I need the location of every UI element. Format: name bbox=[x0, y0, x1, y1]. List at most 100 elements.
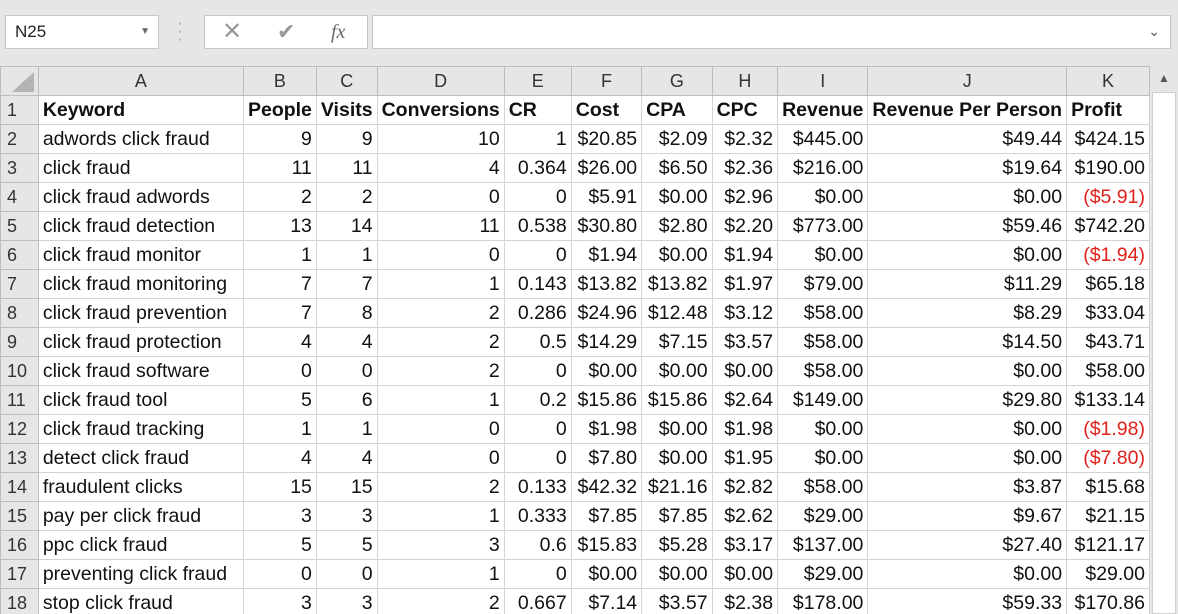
row-header[interactable]: 3 bbox=[0, 153, 39, 183]
cell-h4[interactable]: $2.96 bbox=[711, 182, 779, 212]
cell-d3[interactable]: 4 bbox=[376, 153, 505, 183]
row-header[interactable]: 2 bbox=[0, 124, 39, 154]
cell-h9[interactable]: $3.57 bbox=[711, 327, 779, 357]
cell-f13[interactable]: $7.80 bbox=[570, 443, 643, 473]
cell-f15[interactable]: $7.85 bbox=[570, 501, 643, 531]
cell-h12[interactable]: $1.98 bbox=[711, 414, 779, 444]
cell-j5[interactable]: $59.46 bbox=[867, 211, 1068, 241]
cell-f14[interactable]: $42.32 bbox=[570, 472, 643, 502]
column-header-a[interactable]: A bbox=[37, 66, 244, 96]
cell-i6[interactable]: $0.00 bbox=[777, 240, 869, 270]
cell-i12[interactable]: $0.00 bbox=[777, 414, 869, 444]
cell-k8[interactable]: $33.04 bbox=[1066, 298, 1150, 328]
cell-i7[interactable]: $79.00 bbox=[777, 269, 869, 299]
cell-h3[interactable]: $2.36 bbox=[711, 153, 779, 183]
cell-h16[interactable]: $3.17 bbox=[711, 530, 779, 560]
cell-e14[interactable]: 0.133 bbox=[503, 472, 572, 502]
row-header[interactable]: 4 bbox=[0, 182, 39, 212]
cell-c8[interactable]: 8 bbox=[315, 298, 378, 328]
cell-c6[interactable]: 1 bbox=[315, 240, 378, 270]
header-cell-d[interactable]: Conversions bbox=[376, 95, 505, 125]
cell-i4[interactable]: $0.00 bbox=[777, 182, 869, 212]
cell-b12[interactable]: 1 bbox=[242, 414, 317, 444]
cell-h11[interactable]: $2.64 bbox=[711, 385, 779, 415]
cell-e2[interactable]: 1 bbox=[503, 124, 572, 154]
cell-b2[interactable]: 9 bbox=[242, 124, 317, 154]
column-header-f[interactable]: F bbox=[570, 66, 643, 96]
column-header-g[interactable]: G bbox=[641, 66, 713, 96]
cell-a8[interactable]: click fraud prevention bbox=[37, 298, 244, 328]
cell-e10[interactable]: 0 bbox=[503, 356, 572, 386]
cell-d8[interactable]: 2 bbox=[376, 298, 505, 328]
cell-e3[interactable]: 0.364 bbox=[503, 153, 572, 183]
cell-k17[interactable]: $29.00 bbox=[1066, 559, 1150, 589]
row-header[interactable]: 8 bbox=[0, 298, 39, 328]
select-all-corner[interactable] bbox=[0, 66, 39, 96]
cell-k14[interactable]: $15.68 bbox=[1066, 472, 1150, 502]
cell-g11[interactable]: $15.86 bbox=[641, 385, 713, 415]
cell-f11[interactable]: $15.86 bbox=[570, 385, 643, 415]
row-header[interactable]: 16 bbox=[0, 530, 39, 560]
row-header[interactable]: 9 bbox=[0, 327, 39, 357]
cell-a7[interactable]: click fraud monitoring bbox=[37, 269, 244, 299]
cell-b4[interactable]: 2 bbox=[242, 182, 317, 212]
cell-d2[interactable]: 10 bbox=[376, 124, 505, 154]
cell-a18[interactable]: stop click fraud bbox=[37, 588, 244, 614]
cell-c17[interactable]: 0 bbox=[315, 559, 378, 589]
cell-e5[interactable]: 0.538 bbox=[503, 211, 572, 241]
cancel-icon[interactable]: ✕ bbox=[222, 16, 242, 48]
cell-f18[interactable]: $7.14 bbox=[570, 588, 643, 614]
cell-h8[interactable]: $3.12 bbox=[711, 298, 779, 328]
cell-i3[interactable]: $216.00 bbox=[777, 153, 869, 183]
cell-i8[interactable]: $58.00 bbox=[777, 298, 869, 328]
cell-a2[interactable]: adwords click fraud bbox=[37, 124, 244, 154]
cell-d17[interactable]: 1 bbox=[376, 559, 505, 589]
cell-i15[interactable]: $29.00 bbox=[777, 501, 869, 531]
row-header[interactable]: 6 bbox=[0, 240, 39, 270]
cell-j4[interactable]: $0.00 bbox=[867, 182, 1068, 212]
cell-j3[interactable]: $19.64 bbox=[867, 153, 1068, 183]
cell-k13[interactable]: ($7.80) bbox=[1066, 443, 1150, 473]
cell-k3[interactable]: $190.00 bbox=[1066, 153, 1150, 183]
cell-e13[interactable]: 0 bbox=[503, 443, 572, 473]
cell-g13[interactable]: $0.00 bbox=[641, 443, 713, 473]
header-cell-f[interactable]: Cost bbox=[570, 95, 643, 125]
cell-a15[interactable]: pay per click fraud bbox=[37, 501, 244, 531]
cell-j17[interactable]: $0.00 bbox=[867, 559, 1068, 589]
cell-e17[interactable]: 0 bbox=[503, 559, 572, 589]
cell-b15[interactable]: 3 bbox=[242, 501, 317, 531]
column-header-k[interactable]: K bbox=[1066, 66, 1150, 96]
cell-g16[interactable]: $5.28 bbox=[641, 530, 713, 560]
cell-c16[interactable]: 5 bbox=[315, 530, 378, 560]
cell-d10[interactable]: 2 bbox=[376, 356, 505, 386]
cell-a5[interactable]: click fraud detection bbox=[37, 211, 244, 241]
row-header[interactable]: 10 bbox=[0, 356, 39, 386]
cell-a13[interactable]: detect click fraud bbox=[37, 443, 244, 473]
drag-handle-icon[interactable]: · · · bbox=[176, 16, 184, 48]
cell-j14[interactable]: $3.87 bbox=[867, 472, 1068, 502]
cell-a17[interactable]: preventing click fraud bbox=[37, 559, 244, 589]
cell-i13[interactable]: $0.00 bbox=[777, 443, 869, 473]
cell-f3[interactable]: $26.00 bbox=[570, 153, 643, 183]
name-box-dropdown-icon[interactable]: ▼ bbox=[140, 16, 150, 48]
cell-b5[interactable]: 13 bbox=[242, 211, 317, 241]
cell-f6[interactable]: $1.94 bbox=[570, 240, 643, 270]
cell-a6[interactable]: click fraud monitor bbox=[37, 240, 244, 270]
cell-g17[interactable]: $0.00 bbox=[641, 559, 713, 589]
row-header[interactable]: 11 bbox=[0, 385, 39, 415]
cell-k9[interactable]: $43.71 bbox=[1066, 327, 1150, 357]
cell-e12[interactable]: 0 bbox=[503, 414, 572, 444]
cell-g14[interactable]: $21.16 bbox=[641, 472, 713, 502]
cell-i5[interactable]: $773.00 bbox=[777, 211, 869, 241]
cell-g4[interactable]: $0.00 bbox=[641, 182, 713, 212]
cell-h7[interactable]: $1.97 bbox=[711, 269, 779, 299]
cell-b17[interactable]: 0 bbox=[242, 559, 317, 589]
cell-f7[interactable]: $13.82 bbox=[570, 269, 643, 299]
cell-g18[interactable]: $3.57 bbox=[641, 588, 713, 614]
cell-a9[interactable]: click fraud protection bbox=[37, 327, 244, 357]
cell-f17[interactable]: $0.00 bbox=[570, 559, 643, 589]
cell-c3[interactable]: 11 bbox=[315, 153, 378, 183]
cell-j13[interactable]: $0.00 bbox=[867, 443, 1068, 473]
cell-c9[interactable]: 4 bbox=[315, 327, 378, 357]
cell-d5[interactable]: 11 bbox=[376, 211, 505, 241]
